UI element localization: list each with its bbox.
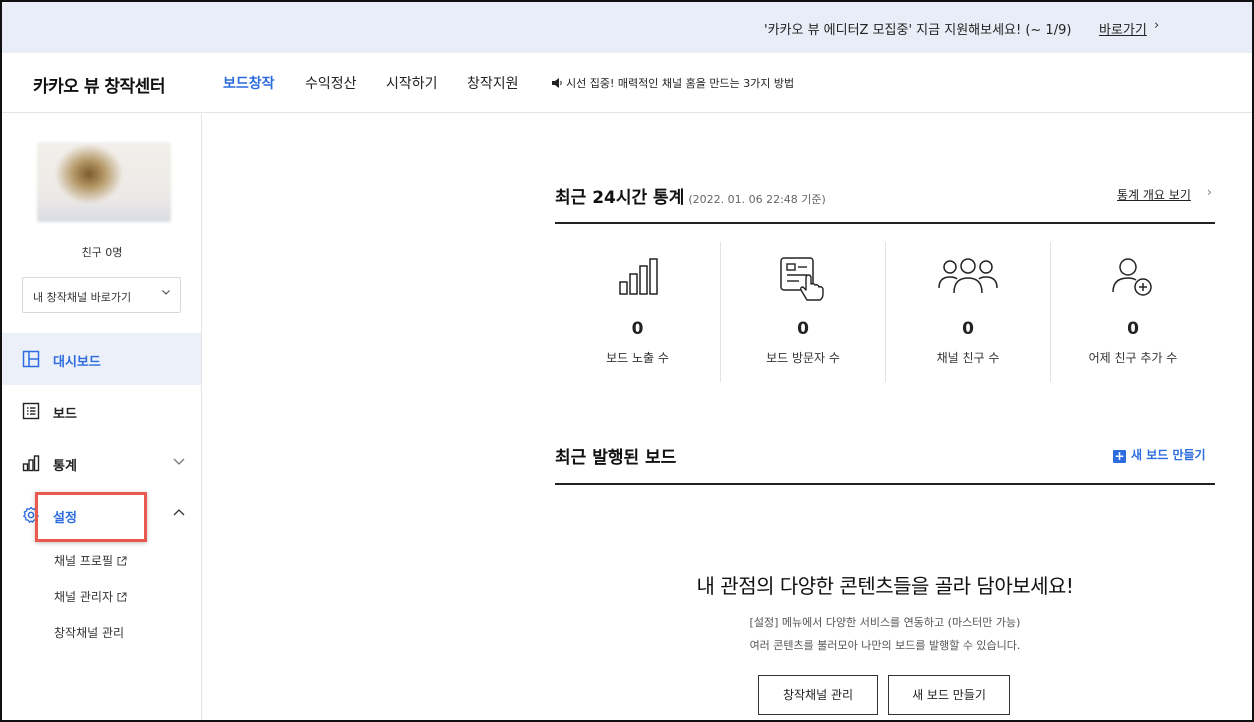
stat-board-visitors: 0 보드 방문자 수	[720, 242, 885, 382]
new-board-button[interactable]: 새 보드 만들기	[888, 675, 1010, 715]
divider	[555, 483, 1215, 485]
logo[interactable]: 카카오 뷰 창작센터	[33, 72, 165, 97]
submenu-channel-profile[interactable]: 채널 프로필	[54, 552, 127, 569]
stat-value: 0	[631, 319, 644, 339]
stat-value: 0	[1127, 319, 1139, 339]
creator-channel-manage-button[interactable]: 창작채널 관리	[758, 675, 878, 715]
add-user-icon	[1112, 258, 1152, 296]
sidebar-item-label: 통계	[53, 459, 77, 474]
sidebar-item-label: 대시보드	[53, 355, 101, 370]
stat-label: 채널 친구 수	[936, 351, 1000, 365]
empty-state-desc: 여러 콘텐츠를 불러모아 나만의 보드를 발행할 수 있습니다.	[749, 639, 1021, 652]
nav-revenue[interactable]: 수익정산	[305, 73, 357, 93]
stat-label: 보드 노출 수	[606, 351, 669, 365]
notice-text: 시선 집중! 매력적인 채널 홈을 만드는 3가지 방법	[566, 77, 795, 90]
banner-text: '카카오 뷰 에디터Z 모집중' 지금 지원해보세요! (~ 1/9)	[764, 23, 1072, 38]
sidebar-item-board[interactable]: 보드	[2, 385, 201, 437]
channel-select-label: 내 창작채널 바로가기	[33, 291, 132, 304]
submenu-creator-channel-manage[interactable]: 창작채널 관리	[54, 624, 124, 641]
stat-value: 0	[962, 319, 974, 339]
empty-state-desc: [설정] 메뉴에서 다양한 서비스를 연동하고 (마스터만 가능)	[749, 616, 1021, 629]
stat-board-impressions: 0 보드 노출 수	[555, 242, 720, 382]
new-board-label: 새 보드 만들기	[1131, 448, 1206, 462]
friend-count: 친구 0명	[81, 246, 123, 259]
nav-board-create[interactable]: 보드창작	[223, 73, 275, 93]
chevron-down-icon[interactable]	[172, 454, 186, 468]
avatar	[37, 142, 171, 222]
board-click-icon	[780, 257, 824, 301]
sidebar: 친구 0명 내 창작채널 바로가기 대시보드 보드 통계 설정 채널 프로필 채…	[2, 114, 202, 720]
empty-state-title: 내 관점의 다양한 콘텐츠들을 골라 담아보세요!	[696, 574, 1074, 598]
bar-chart-icon	[22, 455, 40, 472]
notice-link[interactable]: 시선 집중! 매력적인 채널 홈을 만드는 3가지 방법	[552, 75, 794, 91]
nav-getting-started[interactable]: 시작하기	[386, 73, 438, 93]
bar-chart-icon	[618, 258, 658, 295]
chevron-right-icon[interactable]: ›	[1207, 185, 1212, 199]
chevron-up-icon[interactable]	[172, 506, 186, 520]
sidebar-item-stats[interactable]: 통계	[2, 437, 201, 489]
nav-support[interactable]: 창작지원	[467, 73, 519, 93]
group-icon	[938, 258, 998, 294]
new-board-link[interactable]: + 새 보드 만들기	[1113, 446, 1206, 463]
submenu-channel-admin[interactable]: 채널 관리자	[54, 588, 127, 605]
banner-link[interactable]: 바로가기	[1099, 19, 1147, 38]
channel-select[interactable]: 내 창작채널 바로가기	[22, 277, 181, 313]
plus-icon: +	[1113, 449, 1126, 463]
stat-label: 어제 친구 추가 수	[1088, 351, 1178, 365]
stats-timestamp: (2022. 01. 06 22:48 기준)	[688, 193, 826, 206]
stat-channel-friends: 0 채널 친구 수	[885, 242, 1050, 382]
dashboard-icon	[22, 350, 40, 368]
top-banner: '카카오 뷰 에디터Z 모집중' 지금 지원해보세요! (~ 1/9) 바로가기…	[2, 2, 1252, 53]
submenu-label: 채널 관리자	[54, 590, 114, 604]
sidebar-item-dashboard[interactable]: 대시보드	[2, 333, 201, 385]
stat-new-friends: 0 어제 친구 추가 수	[1050, 242, 1215, 382]
divider	[555, 222, 1215, 224]
stats-overview-link[interactable]: 통계 개요 보기	[1117, 186, 1191, 203]
stats-title: 최근 24시간 통계 (2022. 01. 06 22:48 기준)	[555, 183, 826, 208]
sidebar-item-label: 보드	[53, 407, 77, 422]
chevron-right-icon[interactable]: ›	[1154, 18, 1159, 33]
external-link-icon	[117, 592, 127, 602]
recent-boards-title: 최근 발행된 보드	[555, 448, 677, 468]
highlight-box	[35, 492, 147, 542]
stat-label: 보드 방문자 수	[766, 351, 840, 365]
external-link-icon	[117, 556, 127, 566]
submenu-label: 채널 프로필	[54, 554, 114, 568]
chevron-down-icon	[161, 287, 171, 300]
list-icon	[22, 402, 40, 420]
stats-title-text: 최근 24시간 통계	[555, 188, 685, 208]
speaker-icon	[552, 78, 562, 88]
stat-value: 0	[797, 319, 809, 339]
header: 카카오 뷰 창작센터 보드창작 수익정산 시작하기 창작지원 시선 집중! 매력…	[2, 53, 1252, 113]
